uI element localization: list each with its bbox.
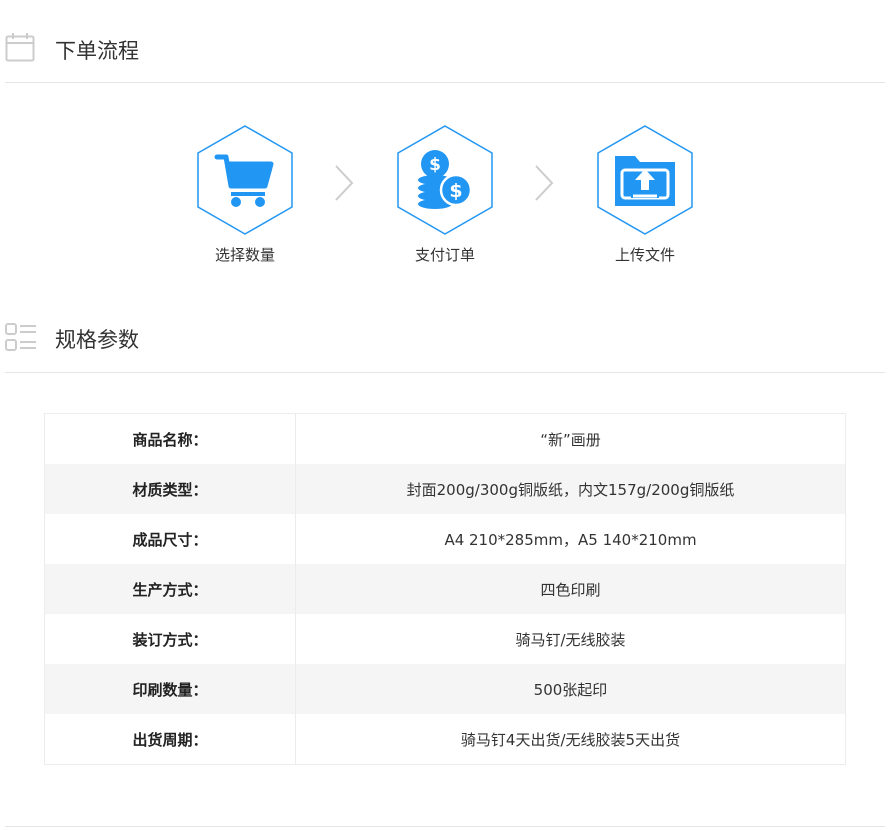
table-row: 成品尺寸： A4 210*285mm，A5 140*210mm [44, 514, 846, 564]
cart-icon [197, 125, 293, 235]
calendar-icon [5, 32, 35, 66]
table-row: 装订方式： 骑马钉/无线胶装 [44, 614, 846, 664]
spec-value: 四色印刷 [295, 564, 846, 614]
specs-header: 规格参数 [5, 290, 885, 373]
chevron-right-icon [335, 165, 354, 201]
step-pay-order: $ $ 支付订单 [385, 124, 505, 265]
step-label: 上传文件 [614, 246, 675, 264]
spec-key: 印刷数量： [44, 664, 296, 714]
chevron-right-icon [535, 165, 554, 201]
list-icon [5, 322, 37, 358]
spec-key: 装订方式： [44, 614, 296, 664]
divider [5, 826, 885, 827]
order-steps: 选择数量 $ $ 支付订单 上传文件 [0, 124, 890, 274]
step-label: 支付订单 [414, 246, 475, 264]
order-process-header: 下单流程 [5, 0, 885, 83]
spec-value: 骑马钉/无线胶装 [515, 630, 626, 649]
table-row: 印刷数量： 500张起印 [44, 664, 846, 714]
step-label: 选择数量 [214, 246, 275, 264]
order-process-title: 下单流程 [55, 39, 139, 63]
specs-title: 规格参数 [55, 328, 139, 352]
spec-value: 500张起印 [295, 664, 846, 714]
spec-table: 商品名称： “新”画册 材质类型： 封面200g/300g铜版纸，内文157g/… [44, 413, 846, 765]
spec-value: “新”画册 [540, 430, 601, 449]
svg-text:$: $ [429, 155, 441, 175]
spec-key: 成品尺寸： [44, 514, 296, 564]
step-select-quantity: 选择数量 [185, 124, 305, 265]
coins-dollar-icon: $ $ [397, 125, 493, 235]
table-row: 商品名称： “新”画册 [44, 413, 846, 464]
spec-value: 骑马钉4天出货/无线胶装5天出货 [460, 730, 681, 749]
spec-value: A4 210*285mm，A5 140*210mm [444, 530, 697, 549]
step-upload-file: 上传文件 [585, 124, 705, 265]
table-row: 出货周期： 骑马钉4天出货/无线胶装5天出货 [44, 714, 846, 765]
table-row: 材质类型： 封面200g/300g铜版纸，内文157g/200g铜版纸 [44, 464, 846, 514]
svg-text:$: $ [449, 180, 462, 202]
spec-key: 生产方式： [44, 564, 296, 614]
table-row: 生产方式： 四色印刷 [44, 564, 846, 614]
spec-key: 材质类型： [44, 464, 296, 514]
spec-value: 封面200g/300g铜版纸，内文157g/200g铜版纸 [295, 464, 846, 514]
folder-upload-icon [597, 125, 693, 235]
spec-key: 出货周期： [44, 714, 296, 765]
spec-key: 商品名称： [44, 413, 296, 464]
